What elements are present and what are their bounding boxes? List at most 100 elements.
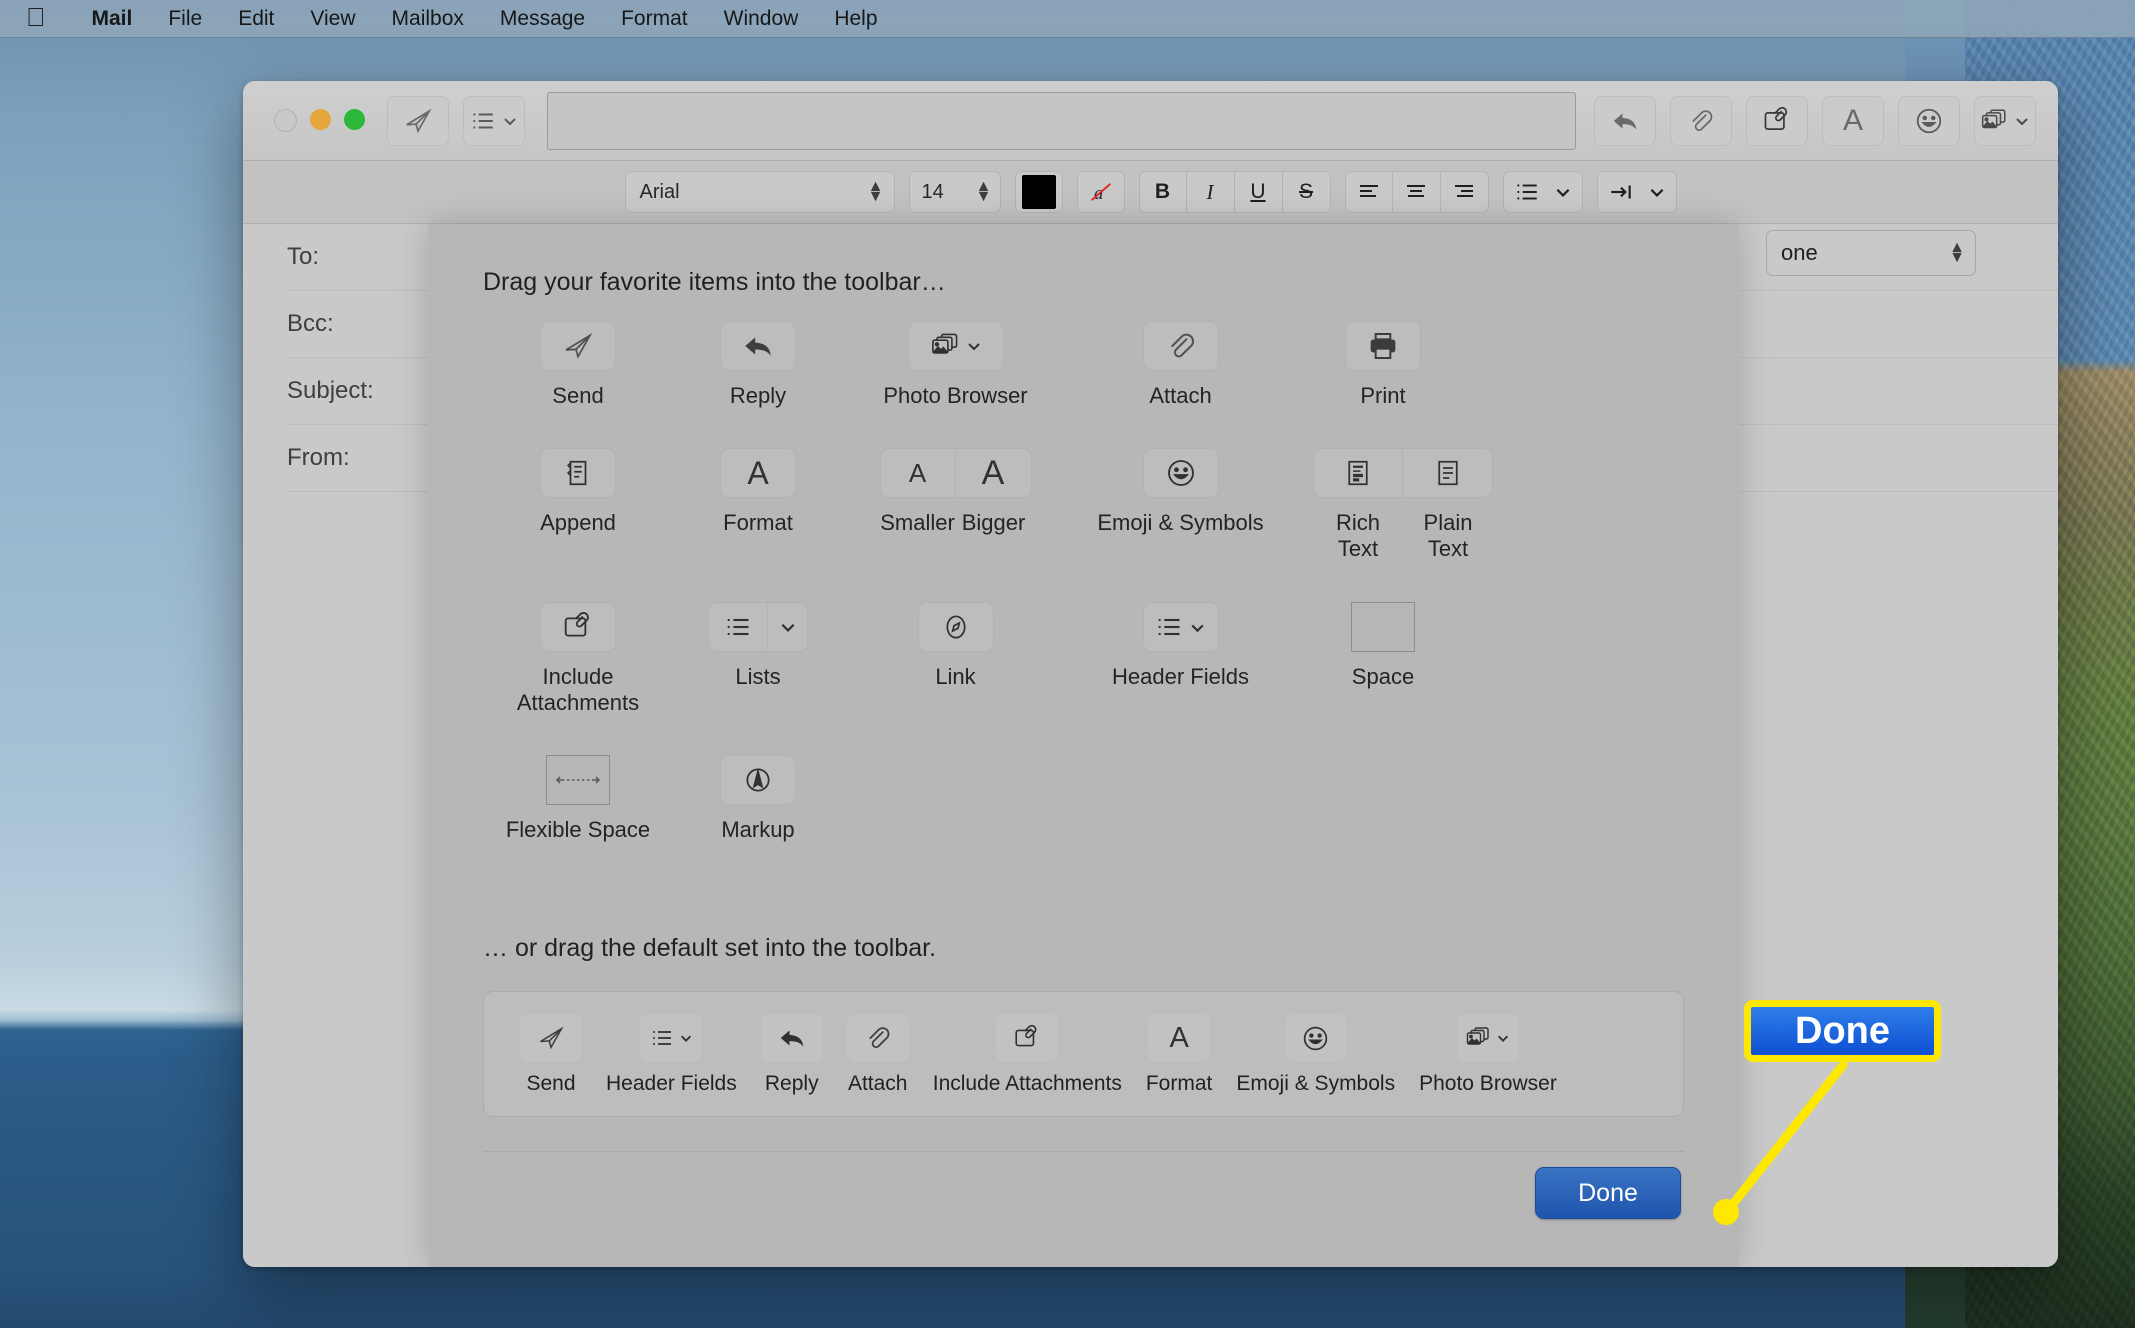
- palette-item-space[interactable]: Space: [1293, 602, 1473, 689]
- menu-item-file[interactable]: File: [150, 7, 220, 31]
- include-attachments-default-button[interactable]: [996, 1014, 1059, 1063]
- rich-text-palette-button[interactable]: [1313, 448, 1403, 499]
- palette-item-emoji-symbols[interactable]: Emoji & Symbols: [1068, 448, 1293, 535]
- palette-item-attach[interactable]: Attach: [1068, 321, 1293, 408]
- palette-item-send[interactable]: Send: [483, 321, 673, 408]
- smaller-palette-button[interactable]: A: [879, 448, 956, 499]
- link-palette-button[interactable]: [917, 602, 994, 653]
- format-toolbar-button[interactable]: A: [1822, 95, 1884, 146]
- palette-item-include-attachments[interactable]: Include Attachments: [483, 602, 673, 715]
- menu-item-view[interactable]: View: [292, 7, 373, 31]
- append-palette-button[interactable]: [540, 448, 616, 499]
- sheet-heading-bottom: … or drag the default set into the toolb…: [483, 934, 937, 963]
- photo-browser-default-button[interactable]: [1456, 1014, 1519, 1063]
- palette-item-append[interactable]: Append: [483, 448, 673, 535]
- lists-button[interactable]: [1502, 171, 1583, 213]
- default-item-emoji-symbols[interactable]: Emoji & Symbols: [1226, 1014, 1405, 1096]
- include-attachments-palette-button[interactable]: [540, 602, 616, 653]
- menu-item-help[interactable]: Help: [816, 7, 895, 31]
- done-button[interactable]: Done: [1535, 1167, 1681, 1219]
- space-palette-box[interactable]: [1351, 602, 1415, 653]
- photo-browser-palette-button[interactable]: [907, 321, 1004, 371]
- signature-select[interactable]: one ▲ ▼: [1766, 230, 1976, 276]
- palette-item-photo-browser[interactable]: Photo Browser: [843, 321, 1068, 408]
- default-item-attach[interactable]: Attach: [837, 1014, 919, 1096]
- emoji-toolbar-button[interactable]: [1898, 95, 1960, 146]
- list-icon: [473, 112, 493, 129]
- reply-default-button[interactable]: [760, 1014, 823, 1063]
- default-item-send[interactable]: Send: [510, 1014, 592, 1096]
- palette-item-label: Header Fields: [1112, 664, 1249, 690]
- bigger-palette-button[interactable]: A: [955, 448, 1032, 499]
- highlight-color-button[interactable]: a: [1076, 171, 1125, 213]
- align-center-button[interactable]: [1392, 171, 1441, 213]
- menu-item-mailbox[interactable]: Mailbox: [374, 7, 482, 31]
- palette-item-reply[interactable]: Reply: [673, 321, 843, 408]
- menu-item-mail[interactable]: Mail: [74, 7, 151, 31]
- lists-palette-button[interactable]: [708, 602, 768, 653]
- default-item-photo-browser[interactable]: Photo Browser: [1409, 1014, 1567, 1096]
- apple-logo-icon[interactable]: : [26, 4, 46, 30]
- zoom-button[interactable]: [344, 109, 365, 130]
- photo-browser-toolbar-button[interactable]: [1974, 95, 2036, 146]
- default-item-format[interactable]: A Format: [1136, 1014, 1223, 1096]
- default-item-include-attachments[interactable]: Include Attachments: [923, 1014, 1132, 1096]
- default-item-header-fields[interactable]: Header Fields: [596, 1014, 747, 1096]
- font-family-select[interactable]: Arial ▲ ▼: [624, 171, 895, 213]
- italic-button[interactable]: I: [1186, 171, 1235, 213]
- attach-toolbar-button[interactable]: [1670, 95, 1732, 146]
- send-toolbar-button[interactable]: [387, 95, 449, 146]
- palette-item-smaller-bigger[interactable]: A A Smaller Bigger: [843, 448, 1068, 536]
- flexible-space-palette-box[interactable]: [546, 754, 610, 805]
- default-set-tray[interactable]: Send Header Fields Reply Attach Include …: [483, 991, 1684, 1118]
- reply-toolbar-button[interactable]: [1594, 95, 1656, 146]
- close-button[interactable]: [274, 109, 297, 132]
- minimize-button[interactable]: [310, 109, 331, 130]
- emoji-symbols-default-button[interactable]: [1284, 1014, 1347, 1063]
- include-attachments-toolbar-button[interactable]: [1746, 95, 1808, 146]
- palette-item-label: Flexible Space: [505, 816, 651, 842]
- attach-palette-button[interactable]: [1142, 321, 1219, 371]
- indent-button[interactable]: [1596, 171, 1677, 213]
- palette-item-header-fields[interactable]: Header Fields: [1068, 602, 1293, 689]
- format-palette-button[interactable]: A: [720, 448, 796, 499]
- align-right-button[interactable]: [1440, 171, 1489, 213]
- header-fields-default-button[interactable]: [640, 1014, 703, 1063]
- reply-palette-button[interactable]: [720, 321, 796, 371]
- palette-item-markup[interactable]: Markup: [673, 754, 843, 842]
- bold-button[interactable]: B: [1138, 171, 1187, 213]
- format-default-button[interactable]: A: [1148, 1014, 1211, 1063]
- send-palette-button[interactable]: [540, 321, 616, 371]
- emoji-symbols-palette-button[interactable]: [1142, 448, 1219, 499]
- palette-item-label: Rich Text: [1335, 510, 1380, 562]
- palette-item-flexible-space[interactable]: Flexible Space: [483, 754, 673, 842]
- attach-default-button[interactable]: [846, 1014, 909, 1063]
- menu-item-format[interactable]: Format: [603, 7, 706, 31]
- palette-item-rich-plain-text[interactable]: Rich Text Plain Text: [1293, 448, 1513, 562]
- menu-item-window[interactable]: Window: [706, 7, 817, 31]
- default-item-reply[interactable]: Reply: [751, 1014, 833, 1096]
- send-default-button[interactable]: [520, 1014, 582, 1063]
- text-color-button[interactable]: [1014, 171, 1063, 213]
- palette-item-lists[interactable]: Lists: [673, 602, 843, 689]
- font-size-select[interactable]: 14 ▲ ▼: [908, 171, 1001, 213]
- header-fields-toolbar-button[interactable]: [463, 95, 525, 146]
- header-fields-palette-button[interactable]: [1142, 602, 1219, 653]
- print-palette-button[interactable]: [1345, 321, 1421, 371]
- strikethrough-button[interactable]: S: [1282, 171, 1331, 213]
- menu-item-message[interactable]: Message: [482, 7, 603, 31]
- palette-item-print[interactable]: Print: [1293, 321, 1473, 408]
- default-item-label: Include Attachments: [932, 1072, 1122, 1096]
- markup-palette-button[interactable]: [720, 754, 796, 805]
- default-item-label: Send: [526, 1072, 576, 1096]
- plain-text-palette-button[interactable]: [1403, 448, 1493, 499]
- compose-body: To: Bcc: Subject: From: one ▲ ▼ Drag you…: [243, 224, 2058, 1267]
- palette-item-label: Link: [935, 664, 976, 690]
- underline-button[interactable]: U: [1234, 171, 1283, 213]
- menu-item-edit[interactable]: Edit: [220, 7, 292, 31]
- palette-item-format[interactable]: A Format: [673, 448, 843, 535]
- align-left-button[interactable]: [1344, 171, 1393, 213]
- palette-item-link[interactable]: Link: [843, 602, 1068, 689]
- lists-dropdown-button[interactable]: [768, 602, 808, 653]
- address-input[interactable]: [547, 91, 1576, 150]
